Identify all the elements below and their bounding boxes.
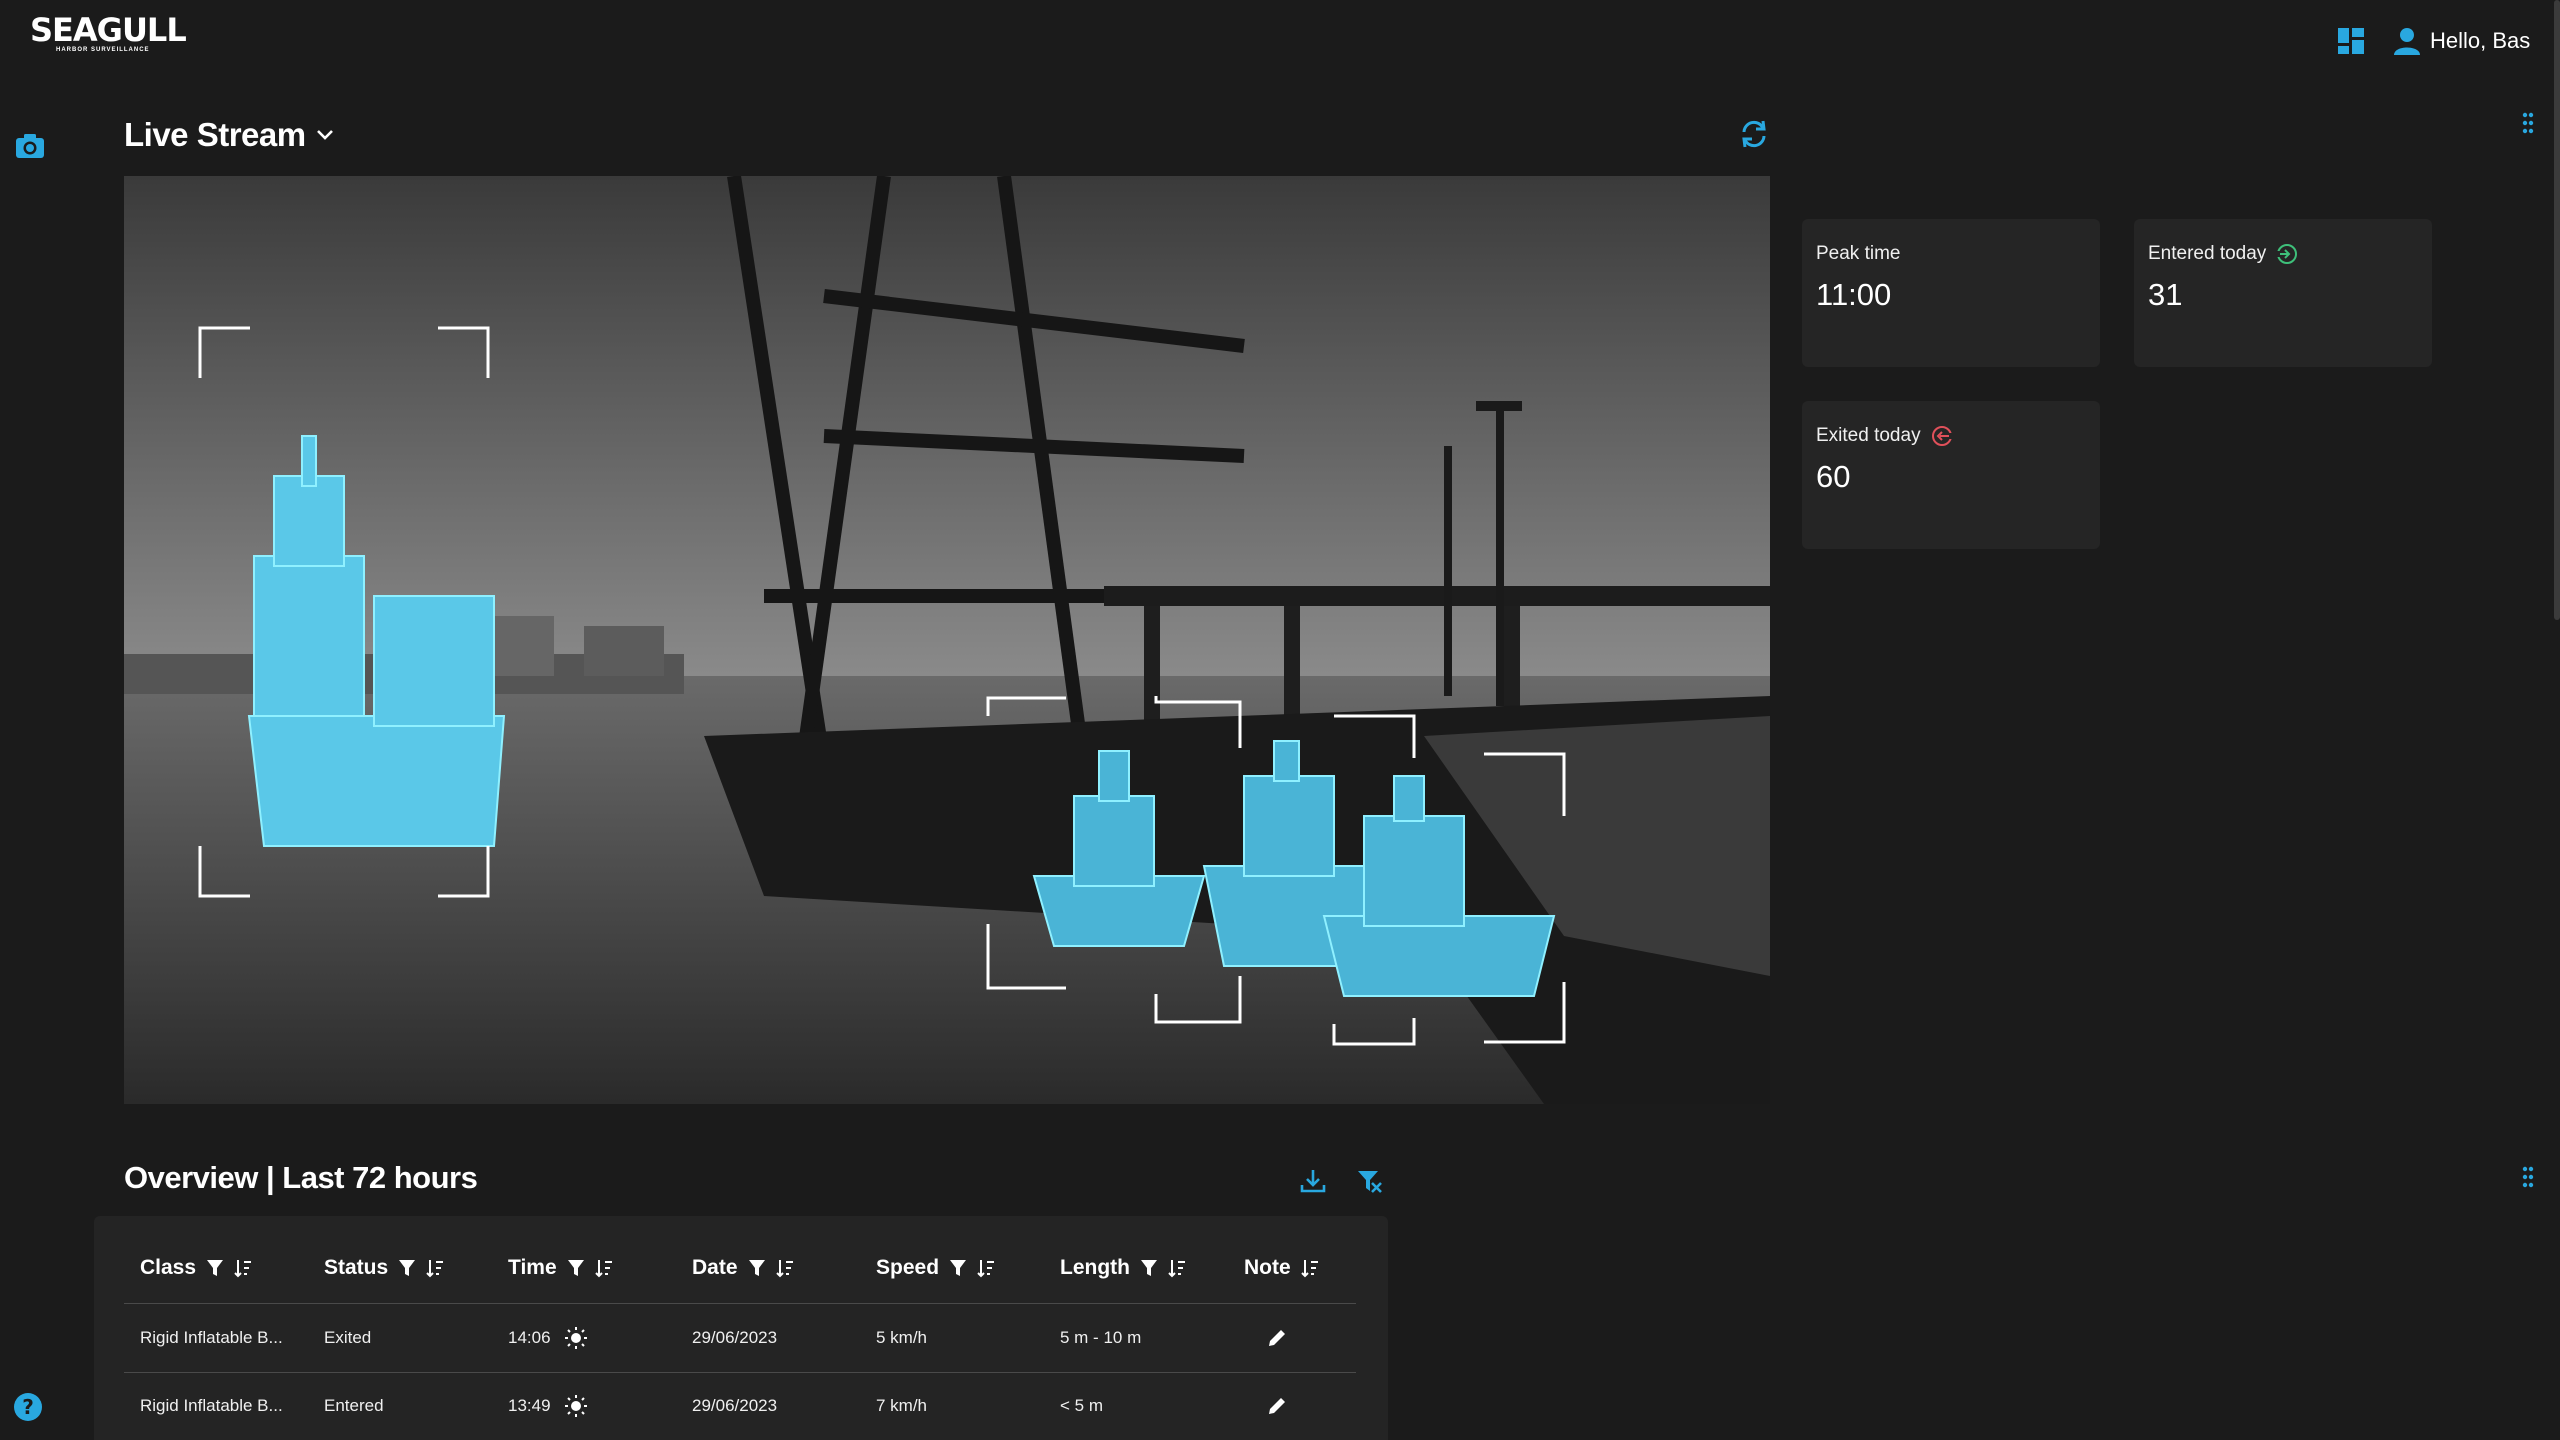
edit-icon[interactable]	[1266, 1327, 1288, 1349]
cell-length: 5 m - 10 m	[1060, 1328, 1142, 1347]
column-label[interactable]: Note	[1244, 1256, 1291, 1280]
stat-label-text: Entered today	[2148, 243, 2267, 264]
filter-icon[interactable]	[398, 1258, 416, 1278]
edit-icon[interactable]	[1266, 1395, 1288, 1417]
exit-icon	[1931, 425, 1953, 447]
column-header-status: Status	[324, 1254, 444, 1282]
drag-handle-icon[interactable]	[2522, 112, 2534, 134]
column-label[interactable]: Speed	[876, 1256, 939, 1280]
camera-icon[interactable]	[14, 130, 46, 162]
stat-label: Peak time	[1816, 243, 1900, 265]
column-header-speed: Speed	[876, 1254, 995, 1282]
dashboard-grid-icon[interactable]	[2338, 28, 2364, 54]
stat-label-text: Peak time	[1816, 243, 1901, 264]
stream-title: Live Stream	[124, 116, 306, 153]
drag-handle-icon[interactable]	[2522, 1166, 2534, 1188]
stream-selector[interactable]: Live Stream	[124, 114, 334, 156]
download-icon[interactable]	[1298, 1166, 1328, 1196]
refresh-icon[interactable]	[1738, 118, 1770, 150]
clear-filter-icon[interactable]	[1354, 1166, 1384, 1196]
cell-time: 14:06	[508, 1328, 551, 1347]
stat-label: Entered today	[2148, 243, 2298, 265]
chevron-down-icon	[316, 129, 334, 141]
filter-icon[interactable]	[567, 1258, 585, 1278]
filter-icon[interactable]	[206, 1258, 224, 1278]
enter-icon	[2276, 243, 2298, 265]
filter-icon[interactable]	[949, 1258, 967, 1278]
column-label[interactable]: Date	[692, 1256, 738, 1280]
cell-speed: 5 km/h	[876, 1328, 928, 1347]
stat-value: 31	[2148, 277, 2183, 312]
stat-label: Exited today	[1816, 425, 1953, 447]
svg-text:?: ?	[22, 1395, 34, 1419]
help-icon[interactable]: ?	[13, 1392, 43, 1422]
stat-card-entered-today: Entered today 31	[2134, 219, 2432, 367]
stat-card-peak-time: Peak time 11:00	[1802, 219, 2100, 367]
cell-date: 29/06/2023	[692, 1396, 778, 1415]
page-scrollbar[interactable]	[2554, 0, 2560, 620]
sort-icon[interactable]	[1300, 1258, 1319, 1278]
sun-icon	[565, 1327, 587, 1349]
stat-card-exited-today: Exited today 60	[1802, 401, 2100, 549]
user-icon[interactable]	[2393, 27, 2421, 55]
row-divider	[124, 1372, 1356, 1373]
overview-title: Overview | Last 72 hours	[124, 1160, 478, 1195]
sort-icon[interactable]	[775, 1258, 794, 1278]
cell-class: Rigid Inflatable B...	[140, 1396, 283, 1415]
column-label[interactable]: Status	[324, 1256, 388, 1280]
sun-icon	[565, 1395, 587, 1417]
cell-time: 13:49	[508, 1396, 551, 1415]
column-header-length: Length	[1060, 1254, 1186, 1282]
column-header-note: Note	[1244, 1254, 1319, 1282]
column-label[interactable]: Time	[508, 1256, 557, 1280]
sort-icon[interactable]	[594, 1258, 613, 1278]
cell-class: Rigid Inflatable B...	[140, 1328, 283, 1347]
cell-date: 29/06/2023	[692, 1328, 778, 1347]
filter-icon[interactable]	[1140, 1258, 1158, 1278]
user-greeting[interactable]: Hello, Bas	[2430, 27, 2530, 55]
stat-value: 60	[1816, 459, 1851, 494]
sort-icon[interactable]	[1168, 1258, 1186, 1278]
cell-status: Exited	[324, 1328, 372, 1347]
cell-status: Entered	[324, 1396, 384, 1415]
column-header-class: Class	[140, 1254, 252, 1282]
brand-name: SEAGULL	[30, 11, 187, 49]
stat-label-text: Exited today	[1816, 425, 1921, 446]
column-label[interactable]: Length	[1060, 1256, 1130, 1280]
column-label[interactable]: Class	[140, 1256, 196, 1280]
brand-logo[interactable]: SEAGULL HARBOR SURVEILLANCE	[30, 14, 190, 56]
filter-icon[interactable]	[748, 1258, 766, 1278]
cell-speed: 7 km/h	[876, 1396, 928, 1415]
column-header-date: Date	[692, 1254, 794, 1282]
stat-value: 11:00	[1816, 277, 1892, 312]
sort-icon[interactable]	[426, 1258, 444, 1278]
row-divider	[124, 1303, 1356, 1304]
column-header-time: Time	[508, 1254, 613, 1282]
live-video-feed[interactable]	[124, 176, 1770, 1104]
cell-length: < 5 m	[1060, 1396, 1103, 1415]
sort-icon[interactable]	[234, 1258, 252, 1278]
sort-icon[interactable]	[977, 1258, 995, 1278]
